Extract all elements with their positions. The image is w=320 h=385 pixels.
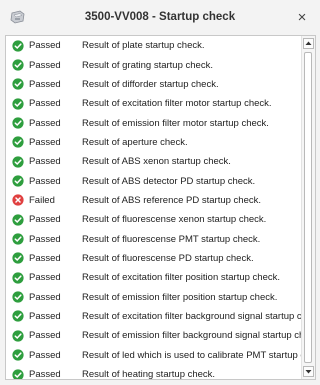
result-description: Result of fluorescense xenon startup che… <box>82 214 267 226</box>
dialog-title: 3500-VV008 - Startup check <box>84 11 236 23</box>
check-circle-icon <box>12 330 24 342</box>
close-button[interactable]: × <box>290 6 314 28</box>
result-description: Result of excitation filter position sta… <box>82 272 281 284</box>
status-label: Passed <box>29 310 61 322</box>
check-circle-icon <box>12 214 24 226</box>
error-circle-icon <box>12 194 24 207</box>
check-circle-icon <box>12 349 24 361</box>
status-label: Passed <box>29 233 61 245</box>
result-description: Result of plate startup check. <box>82 40 205 52</box>
result-description: Result of ABS detector PD startup check. <box>82 175 256 187</box>
check-circle-icon <box>12 310 24 323</box>
check-circle-icon <box>12 368 24 379</box>
result-row[interactable]: Passed Result of emission filter position… <box>6 287 301 306</box>
scroll-down-arrow-icon <box>305 370 312 374</box>
results-rows: Passed Result of plate startup check. Pass… <box>6 36 301 379</box>
result-row[interactable]: Passed Result of led which is used to cal… <box>6 346 301 365</box>
result-row[interactable]: Passed Result of excitation filter positi… <box>6 268 301 287</box>
scrollbar-thumb[interactable] <box>304 52 312 363</box>
result-row[interactable]: Passed Result of plate startup check. <box>6 36 301 55</box>
result-description: Result of ABS reference PD startup check… <box>82 194 262 206</box>
check-circle-icon <box>12 252 24 265</box>
check-circle-icon <box>12 117 24 129</box>
result-description: Result of led which is used to calibrate… <box>82 349 301 361</box>
status-label: Passed <box>29 78 61 90</box>
close-icon: × <box>297 8 307 26</box>
status-label: Passed <box>29 272 61 284</box>
result-row[interactable]: Passed Result of fluorescense PMT startup… <box>6 229 301 248</box>
status-label: Passed <box>29 98 61 110</box>
check-circle-icon <box>12 59 24 71</box>
result-description: Result of emission filter position start… <box>82 291 278 303</box>
status-label: Failed <box>29 194 55 206</box>
result-description: Result of excitation filter background s… <box>82 310 301 322</box>
check-circle-icon <box>12 40 24 52</box>
check-circle-icon <box>12 78 24 90</box>
result-description: Result of ABS xenon startup check. <box>82 156 231 168</box>
result-row[interactable]: Passed Result of grating startup check. <box>6 55 301 74</box>
results-list: Passed Result of plate startup check. Pass… <box>5 35 316 380</box>
check-circle-icon <box>12 233 24 245</box>
status-label: Passed <box>29 291 61 303</box>
check-circle-icon <box>12 272 24 284</box>
result-description: Result of excitation filter motor startu… <box>82 98 272 110</box>
status-label: Passed <box>29 214 61 226</box>
result-description: Result of emission filter motor startup … <box>82 117 269 129</box>
result-row[interactable]: Passed Result of fluorescense PD startup … <box>6 249 301 268</box>
check-circle-icon <box>12 291 24 303</box>
status-label: Passed <box>29 136 61 148</box>
scroll-down-button[interactable] <box>303 366 314 377</box>
result-description: Result of aperture check. <box>82 136 188 148</box>
result-row[interactable]: Passed Result of ABS xenon startup check. <box>6 152 301 171</box>
status-label: Passed <box>29 252 61 264</box>
result-description: Result of heating startup check. <box>82 369 216 379</box>
result-row[interactable]: Passed Result of difforder startup check. <box>6 75 301 94</box>
status-label: Passed <box>29 175 61 187</box>
result-row[interactable]: Passed Result of excitation filter motor … <box>6 94 301 113</box>
result-row[interactable]: Failed Result of ABS reference PD startup… <box>6 191 301 210</box>
result-description: Result of grating startup check. <box>82 59 213 71</box>
status-label: Passed <box>29 40 61 52</box>
result-row[interactable]: Passed Result of excitation filter backgr… <box>6 307 301 326</box>
scroll-up-button[interactable] <box>303 38 314 49</box>
result-row[interactable]: Passed Result of fluorescense xenon start… <box>6 210 301 229</box>
vertical-scrollbar[interactable] <box>301 36 315 379</box>
startup-check-dialog: 3500-VV008 - Startup check × Passed Resul… <box>0 0 320 385</box>
result-row[interactable]: Passed Result of emission filter motor st… <box>6 113 301 132</box>
result-description: Result of emission filter background sig… <box>82 330 301 342</box>
title-bar: 3500-VV008 - Startup check × <box>0 0 320 35</box>
status-label: Passed <box>29 349 61 361</box>
status-label: Passed <box>29 156 61 168</box>
check-circle-icon <box>12 98 24 110</box>
result-row[interactable]: Passed Result of emission filter backgrou… <box>6 326 301 345</box>
status-label: Passed <box>29 117 61 129</box>
result-description: Result of difforder startup check. <box>82 78 219 90</box>
result-row[interactable]: Passed Result of aperture check. <box>6 133 301 152</box>
check-circle-icon <box>12 175 24 187</box>
result-row[interactable]: Passed Result of heating startup check. <box>6 365 301 379</box>
check-circle-icon <box>12 156 24 168</box>
result-description: Result of fluorescense PD startup check. <box>82 252 254 264</box>
status-label: Passed <box>29 330 61 342</box>
status-label: Passed <box>29 369 61 379</box>
result-description: Result of fluorescense PMT startup check… <box>82 233 261 245</box>
scroll-up-arrow-icon <box>305 41 312 45</box>
result-row[interactable]: Passed Result of ABS detector PD startup … <box>6 171 301 190</box>
status-label: Passed <box>29 59 61 71</box>
check-circle-icon <box>12 136 24 148</box>
